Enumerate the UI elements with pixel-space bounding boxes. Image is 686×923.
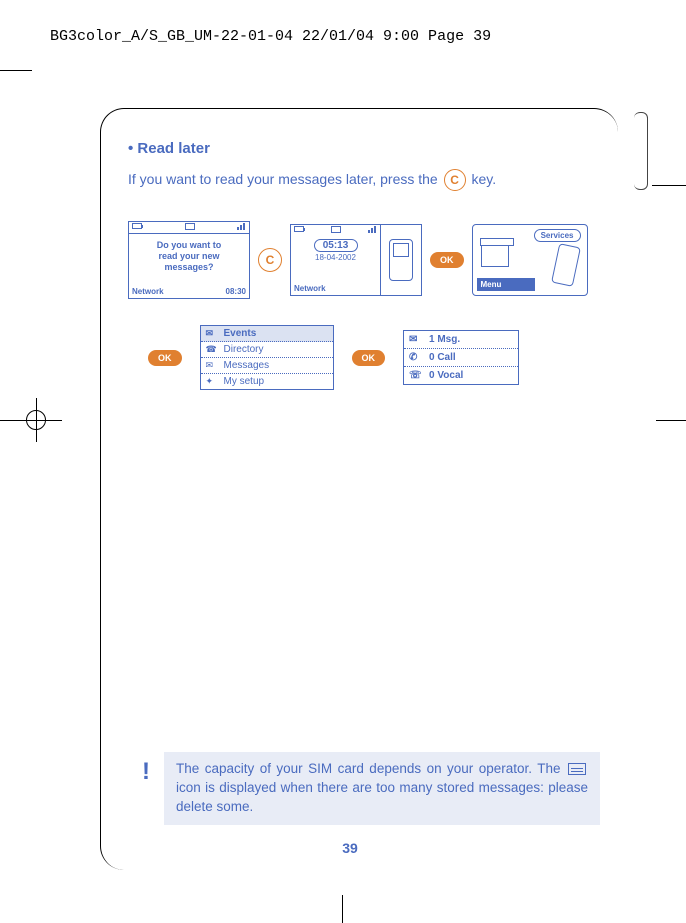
storage-full-icon: [568, 763, 586, 775]
phone-icon: [551, 243, 581, 287]
vocal-icon: ☏: [409, 370, 423, 381]
list-item-vocal: ☏ 0 Vocal: [404, 367, 518, 384]
list-item-msg: ✉ 1 Msg.: [404, 331, 518, 349]
events-icon: ✉: [206, 328, 218, 339]
page-edge: [634, 112, 648, 190]
envelope-icon: [331, 226, 341, 233]
exclamation-icon: !: [128, 752, 164, 825]
message-icon: ✉: [409, 334, 423, 345]
menu-item-directory: ☎ Directory: [201, 342, 333, 358]
list-item-label: 1 Msg.: [429, 334, 460, 345]
network-label: Network: [132, 287, 164, 296]
battery-icon: [294, 226, 304, 232]
menu-item-label: Directory: [224, 344, 264, 355]
c-key-icon: C: [258, 248, 282, 272]
crop-mark: [652, 185, 686, 186]
prompt-text: Do you want to read your new messages?: [129, 234, 249, 278]
prompt-line: messages?: [133, 262, 245, 273]
services-tab: Services: [534, 229, 581, 242]
signal-icon: [368, 226, 377, 236]
phone-icon: [389, 239, 413, 281]
menu-item-label: Events: [224, 328, 257, 339]
ok-button-icon: OK: [430, 252, 464, 268]
list-item-label: 0 Vocal: [429, 370, 463, 381]
prompt-line: Do you want to: [133, 240, 245, 251]
signal-icon: [237, 223, 246, 232]
time-label: 08:30: [226, 287, 246, 296]
ok-button-icon: OK: [352, 350, 386, 366]
network-label: Network: [294, 284, 326, 293]
ok-button-icon: OK: [148, 350, 182, 366]
status-bar: [291, 225, 380, 237]
section-heading: • Read later: [128, 140, 598, 157]
body-text-before: If you want to read your messages later,…: [128, 171, 442, 187]
c-key-icon: C: [444, 169, 466, 191]
menu-list: ✉ Events ☎ Directory ✉ Messages ✦ My set…: [200, 325, 334, 390]
phone-screen-idle: 05:13 18-04-2002 Network: [290, 224, 422, 296]
menu-label: Menu: [477, 278, 535, 291]
note-line: The: [537, 761, 566, 776]
note-line: icon is displayed when there are too man…: [176, 780, 474, 795]
note-text: The capacity of your SIM card depends on…: [164, 752, 600, 825]
menu-item-messages: ✉ Messages: [201, 358, 333, 374]
clock-time: 05:13: [314, 239, 358, 252]
gift-icon: [481, 243, 509, 267]
screens-row-1: Do you want to read your new messages? N…: [128, 221, 598, 299]
call-icon: ✆: [409, 352, 423, 363]
menu-item-label: Messages: [224, 360, 270, 371]
registration-mark: [26, 410, 46, 430]
screens-row-2: OK ✉ Events ☎ Directory ✉ Messages ✦ My …: [148, 325, 598, 390]
page-number: 39: [100, 840, 600, 856]
menu-item-events: ✉ Events: [201, 326, 333, 342]
registration-mark: [656, 420, 686, 421]
menu-item-mysetup: ✦ My setup: [201, 374, 333, 389]
menu-item-label: My setup: [224, 376, 265, 387]
print-header: BG3color_A/S_GB_UM-22-01-04 22/01/04 9:0…: [50, 28, 491, 45]
envelope-icon: [185, 223, 195, 230]
clock-date: 18-04-2002: [291, 253, 380, 262]
crop-mark: [0, 70, 32, 71]
note-box: ! The capacity of your SIM card depends …: [128, 752, 600, 825]
phone-screen-prompt: Do you want to read your new messages? N…: [128, 221, 250, 299]
messages-icon: ✉: [206, 360, 218, 371]
phone-screen-menu: Services Menu: [472, 224, 588, 296]
directory-icon: ☎: [206, 344, 218, 355]
body-text-after: key.: [472, 171, 497, 187]
status-bar: [129, 222, 249, 234]
note-line: The capacity of your SIM card depends on…: [176, 761, 532, 776]
events-list: ✉ 1 Msg. ✆ 0 Call ☏ 0 Vocal: [403, 330, 519, 385]
battery-icon: [132, 223, 142, 229]
setup-icon: ✦: [206, 376, 218, 387]
prompt-line: read your new: [133, 251, 245, 262]
list-item-call: ✆ 0 Call: [404, 349, 518, 367]
body-text: If you want to read your messages later,…: [128, 169, 598, 191]
crop-mark: [342, 895, 343, 923]
list-item-label: 0 Call: [429, 352, 456, 363]
